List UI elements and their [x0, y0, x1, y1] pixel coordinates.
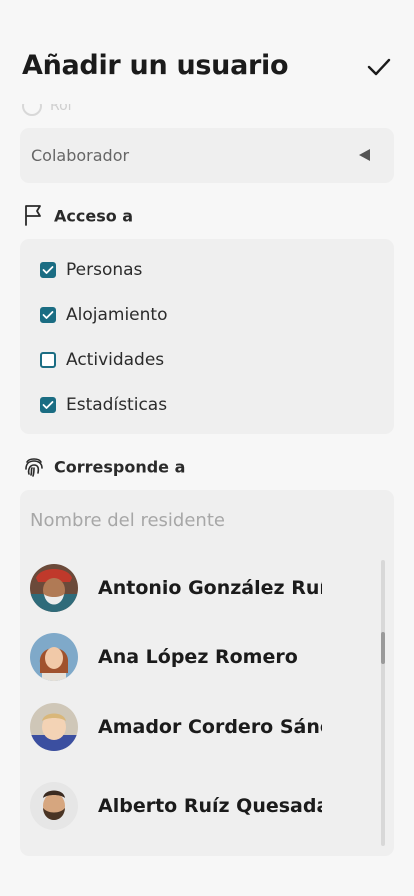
- resident-name: Amador Cordero Sánchez: [98, 716, 322, 738]
- checkbox-checked-icon[interactable]: [40, 307, 56, 323]
- checkbox-checked-icon[interactable]: [40, 397, 56, 413]
- avatar: [30, 633, 78, 681]
- flag-icon: [22, 203, 46, 227]
- access-item-actividades[interactable]: Actividades: [40, 348, 164, 372]
- page-title: Añadir un usuario: [22, 50, 289, 81]
- role-select-value: Colaborador: [31, 146, 130, 165]
- access-item-estadisticas[interactable]: Estadísticas: [40, 393, 167, 417]
- access-item-alojamiento[interactable]: Alojamiento: [40, 303, 167, 327]
- resident-item[interactable]: Ana López Romero: [30, 633, 330, 683]
- avatar: [30, 703, 78, 751]
- resident-panel: Antonio González Ruíz Ana López Romero A…: [20, 490, 394, 856]
- resident-item[interactable]: Amador Cordero Sánchez: [30, 703, 330, 753]
- resident-search-input[interactable]: [30, 510, 360, 531]
- access-item-label: Actividades: [66, 350, 165, 370]
- avatar: [30, 782, 78, 830]
- corresponds-section-label: Corresponde a: [22, 456, 185, 480]
- fingerprint-icon: [22, 454, 46, 478]
- resident-name: Antonio González Ruíz: [98, 577, 322, 599]
- checkmark-icon: [367, 58, 391, 76]
- resident-name: Alberto Ruíz Quesada: [98, 795, 322, 817]
- resident-name: Ana López Romero: [98, 646, 298, 668]
- role-select[interactable]: Colaborador: [20, 128, 394, 183]
- checkbox-checked-icon[interactable]: [40, 262, 56, 278]
- scrollbar-thumb[interactable]: [381, 632, 385, 664]
- access-list: Personas Alojamiento Actividades Estadís…: [20, 239, 394, 434]
- access-item-label: Estadísticas: [66, 395, 168, 415]
- caret-left-icon: [359, 149, 370, 161]
- resident-item[interactable]: Alberto Ruíz Quesada: [30, 782, 330, 832]
- checkbox-unchecked-icon[interactable]: [40, 352, 56, 368]
- access-item-personas[interactable]: Personas: [40, 258, 142, 282]
- header-bar: Añadir un usuario: [0, 0, 414, 104]
- resident-item[interactable]: Antonio González Ruíz: [30, 564, 330, 614]
- confirm-button[interactable]: [366, 56, 392, 78]
- scrollbar-track[interactable]: [381, 560, 385, 846]
- avatar: [30, 564, 78, 612]
- access-section-label: Acceso a: [22, 205, 133, 229]
- access-item-label: Alojamiento: [66, 305, 168, 325]
- corresponds-label-text: Corresponde a: [54, 457, 186, 477]
- access-label-text: Acceso a: [54, 206, 134, 226]
- access-item-label: Personas: [66, 260, 143, 280]
